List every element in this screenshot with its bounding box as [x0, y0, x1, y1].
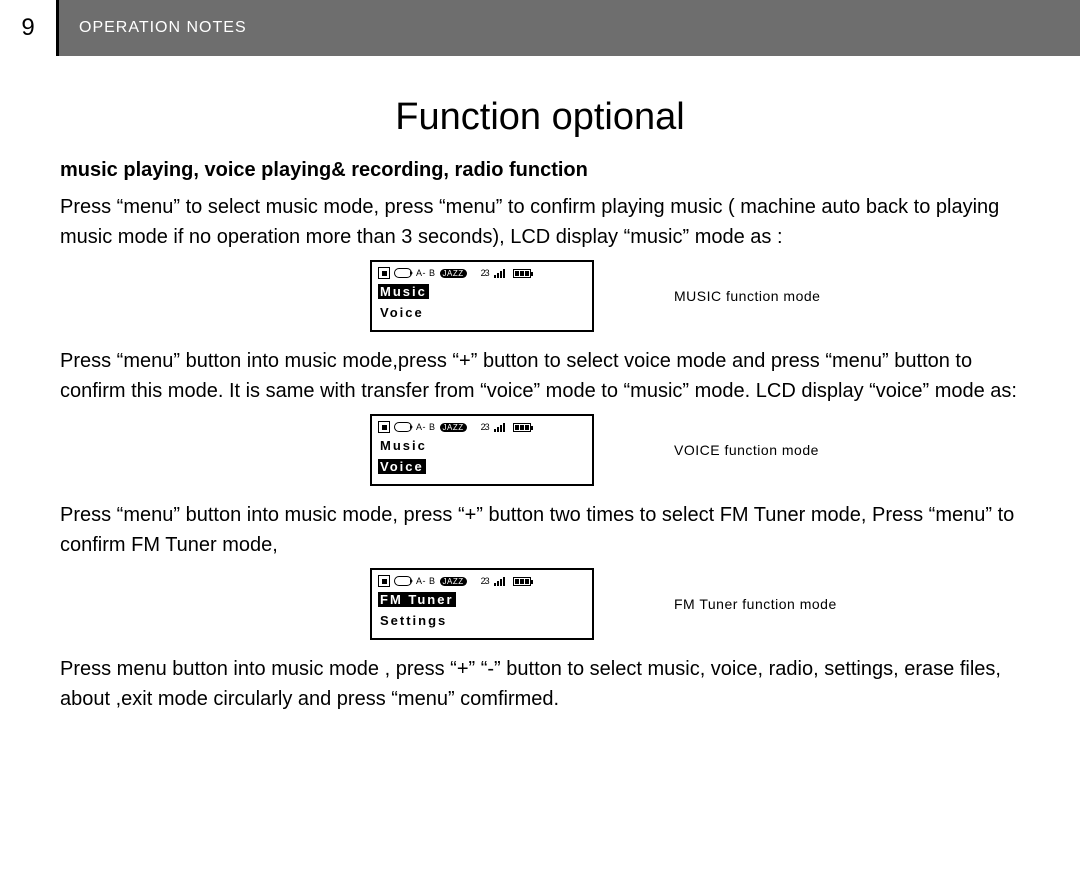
eq-badge: JAZZ [440, 269, 467, 278]
paragraph-1: Press “menu” to select music mode, press… [60, 192, 1020, 252]
eq-badge: JAZZ [440, 577, 467, 586]
ab-label: A- B [416, 268, 436, 278]
signal-icon [494, 577, 505, 586]
lcd-row-1: A- B JAZZ 23 Music Voice MUSIC function … [60, 260, 1020, 332]
menu-item-music: Music [378, 438, 429, 453]
menu-item-voice: Voice [378, 305, 426, 320]
ab-label: A- B [416, 576, 436, 586]
lcd-caption-2: VOICE function mode [674, 442, 819, 458]
lcd-caption-1: MUSIC function mode [674, 288, 820, 304]
stop-icon [378, 575, 390, 587]
menu-item-fm-tuner: FM Tuner [378, 592, 456, 607]
stop-icon [378, 267, 390, 279]
menu-item-settings: Settings [378, 613, 449, 628]
battery-icon [513, 577, 531, 586]
loop-icon [394, 576, 412, 586]
eq-badge: JAZZ [440, 423, 467, 432]
battery-icon [513, 423, 531, 432]
track-number: 23 [481, 576, 489, 586]
lcd-row-3: A- B JAZZ 23 FM Tuner Settings FM Tuner … [60, 568, 1020, 640]
loop-icon [394, 422, 412, 432]
paragraph-2: Press “menu” button into music mode,pres… [60, 346, 1020, 406]
menu-item-music: Music [378, 284, 429, 299]
lcd-display-music: A- B JAZZ 23 Music Voice [370, 260, 594, 332]
stop-icon [378, 421, 390, 433]
page-header: 9 OPERATION NOTES [0, 0, 1080, 56]
subheading: music playing, voice playing& recording,… [60, 159, 1020, 182]
page-number: 9 [0, 0, 56, 56]
ab-label: A- B [416, 422, 436, 432]
loop-icon [394, 268, 412, 278]
signal-icon [494, 269, 505, 278]
page-content: Function optional music playing, voice p… [0, 56, 1080, 714]
lcd-display-voice: A- B JAZZ 23 Music Voice [370, 414, 594, 486]
signal-icon [494, 423, 505, 432]
lcd-caption-3: FM Tuner function mode [674, 596, 837, 612]
menu-item-voice: Voice [378, 459, 426, 474]
lcd-display-fm: A- B JAZZ 23 FM Tuner Settings [370, 568, 594, 640]
paragraph-3: Press “menu” button into music mode, pre… [60, 500, 1020, 560]
section-title: OPERATION NOTES [59, 0, 1080, 56]
track-number: 23 [481, 422, 489, 432]
lcd-row-2: A- B JAZZ 23 Music Voice VOICE function … [60, 414, 1020, 486]
page-title: Function optional [60, 96, 1020, 139]
battery-icon [513, 269, 531, 278]
track-number: 23 [481, 268, 489, 278]
paragraph-4: Press menu button into music mode , pres… [60, 654, 1020, 714]
